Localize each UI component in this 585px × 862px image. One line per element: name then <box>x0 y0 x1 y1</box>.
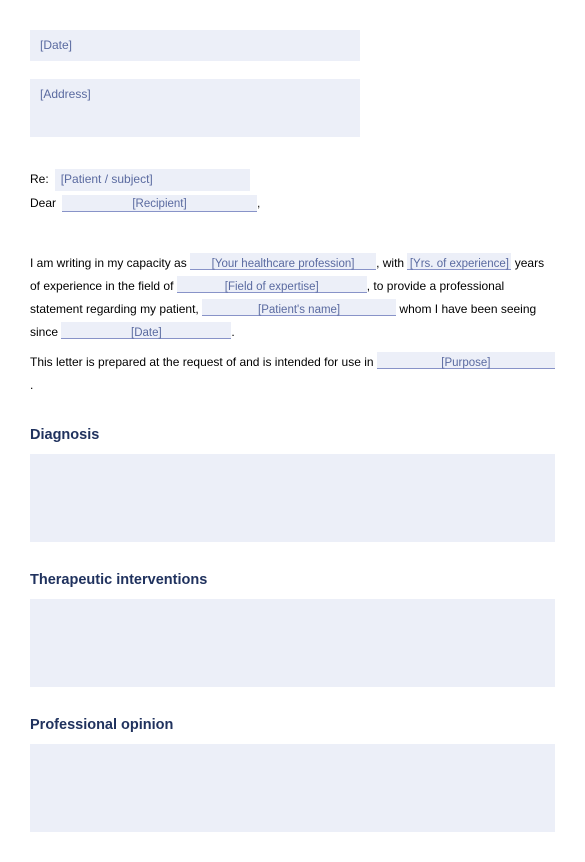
re-label: Re: <box>30 171 49 188</box>
address-field[interactable]: [Address] <box>30 79 360 137</box>
therapeutic-heading: Therapeutic interventions <box>30 570 555 591</box>
patient-name-field[interactable]: [Patient's name] <box>202 299 396 316</box>
opinion-heading: Professional opinion <box>30 715 555 736</box>
purpose-field[interactable]: [Purpose] <box>377 352 555 369</box>
since-date-field[interactable]: [Date] <box>61 322 231 339</box>
date-field[interactable]: [Date] <box>30 30 360 61</box>
text-segment: , with <box>376 256 407 270</box>
date-placeholder: [Date] <box>40 38 72 52</box>
re-line: Re: [Patient / subject] <box>30 169 555 190</box>
profession-field[interactable]: [Your healthcare profession] <box>190 253 376 270</box>
recipient-field[interactable]: [Recipient] <box>62 195 257 212</box>
dear-label: Dear <box>30 195 56 212</box>
intro-paragraph: I am writing in my capacity as [Your hea… <box>30 252 555 343</box>
diagnosis-field[interactable] <box>30 454 555 542</box>
diagnosis-heading: Diagnosis <box>30 425 555 446</box>
dear-line: Dear [Recipient] , <box>30 195 555 212</box>
therapeutic-field[interactable] <box>30 599 555 687</box>
text-segment: . <box>231 325 234 339</box>
text-segment: . <box>30 378 33 392</box>
patient-subject-field[interactable]: [Patient / subject] <box>55 169 250 190</box>
opinion-field[interactable] <box>30 744 555 832</box>
text-segment: I am writing in my capacity as <box>30 256 190 270</box>
text-segment: This letter is prepared at the request o… <box>30 355 377 369</box>
experience-field[interactable]: [Yrs. of experience] <box>407 253 511 270</box>
expertise-field[interactable]: [Field of expertise] <box>177 276 367 293</box>
address-placeholder: [Address] <box>40 87 91 101</box>
purpose-paragraph: This letter is prepared at the request o… <box>30 351 555 397</box>
dear-trailing: , <box>257 195 260 212</box>
